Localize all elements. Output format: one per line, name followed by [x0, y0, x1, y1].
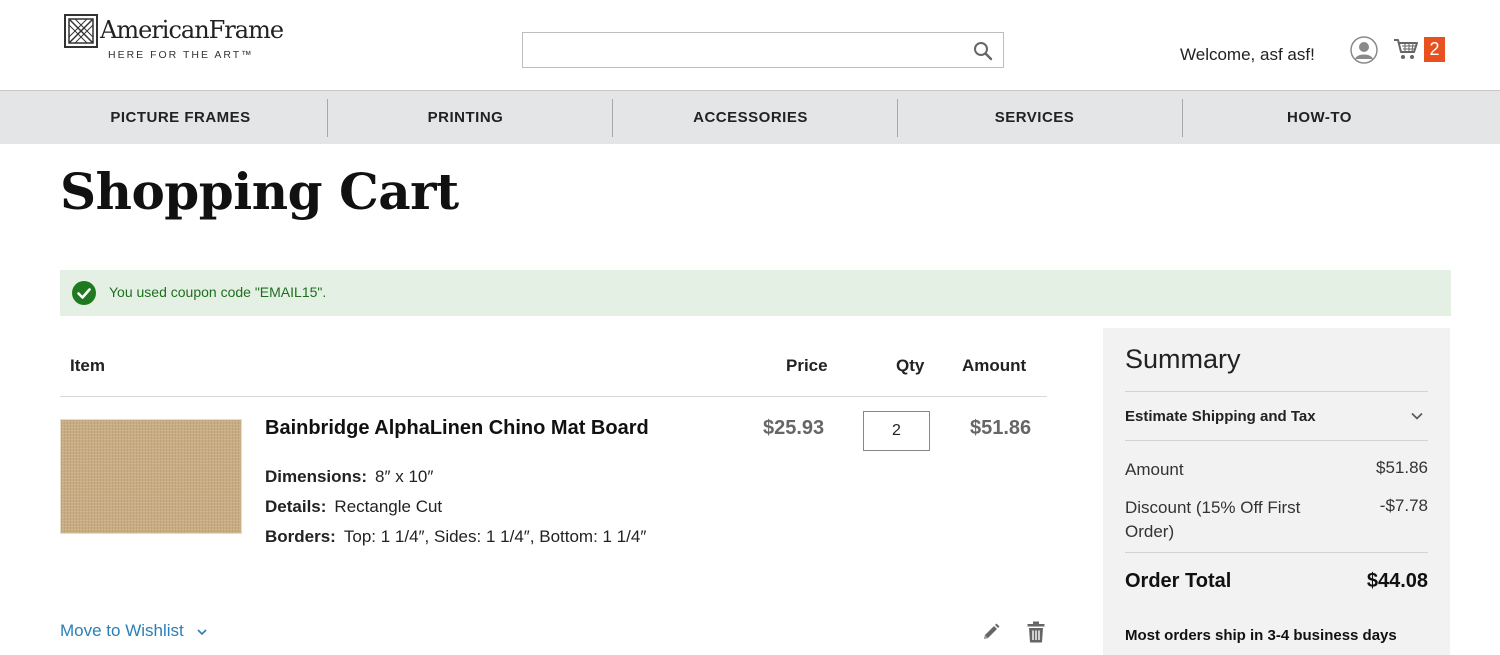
- order-total-label: Order Total: [1125, 570, 1232, 592]
- summary-divider: [1125, 552, 1428, 553]
- user-circle-icon[interactable]: [1350, 36, 1378, 64]
- column-header-qty: Qty: [896, 356, 925, 375]
- details-value: Rectangle Cut: [334, 497, 443, 516]
- product-details: Details: Rectangle Cut: [265, 497, 442, 517]
- move-to-wishlist-link[interactable]: Move to Wishlist: [60, 621, 208, 641]
- details-label: Details:: [265, 497, 327, 516]
- main-nav: PICTURE FRAMES PRINTING ACCESSORIES SERV…: [0, 90, 1500, 144]
- search-box: [522, 32, 1004, 68]
- nav-item-how-to[interactable]: HOW-TO: [1177, 91, 1462, 145]
- nav-item-picture-frames[interactable]: PICTURE FRAMES: [38, 91, 323, 145]
- pencil-icon[interactable]: [981, 622, 1001, 642]
- nav-item-printing[interactable]: PRINTING: [323, 91, 608, 145]
- borders-label: Borders:: [265, 527, 336, 546]
- dimensions-value: 8″ x 10″: [375, 467, 434, 486]
- table-header-divider: [60, 396, 1047, 397]
- logo-mark-icon: [64, 14, 98, 48]
- shopping-cart-icon[interactable]: [1393, 37, 1419, 61]
- order-summary-panel: Summary Estimate Shipping and Tax Amount…: [1103, 328, 1450, 655]
- search-icon[interactable]: [973, 41, 993, 61]
- move-to-wishlist-label: Move to Wishlist: [60, 621, 184, 640]
- column-header-amount: Amount: [962, 356, 1027, 375]
- welcome-message: Welcome, asf asf!: [1180, 45, 1315, 64]
- summary-discount-value: -$7.78: [1379, 496, 1428, 515]
- site-logo[interactable]: AmericanFrame HERE FOR THE ART™: [64, 14, 284, 64]
- borders-value: Top: 1 1/4″, Sides: 1 1/4″, Bottom: 1 1/…: [343, 527, 647, 546]
- summary-discount-label: Discount (15% Off First Order): [1125, 498, 1301, 541]
- product-name[interactable]: Bainbridge AlphaLinen Chino Mat Board: [265, 417, 649, 440]
- summary-amount-label: Amount: [1125, 460, 1184, 479]
- product-thumbnail[interactable]: [60, 419, 242, 534]
- item-amount: $51.86: [970, 417, 1032, 439]
- column-header-item: Item: [70, 356, 105, 375]
- site-header: AmericanFrame HERE FOR THE ART™ Welcome,…: [0, 0, 1500, 90]
- nav-item-accessories[interactable]: ACCESSORIES: [608, 91, 893, 145]
- check-circle-icon: [72, 281, 96, 305]
- shipping-time-note: Most orders ship in 3-4 business days: [1125, 627, 1397, 644]
- page-title: Shopping Cart: [60, 162, 459, 221]
- summary-divider: [1125, 440, 1428, 441]
- logo-tagline: HERE FOR THE ART™: [108, 49, 254, 61]
- dimensions-label: Dimensions:: [265, 467, 368, 486]
- search-input[interactable]: [523, 33, 963, 67]
- item-price: $25.93: [763, 417, 825, 439]
- coupon-message-text: You used coupon code "EMAIL15".: [109, 284, 327, 300]
- quantity-input[interactable]: [863, 411, 930, 451]
- product-dimensions: Dimensions: 8″ x 10″: [265, 467, 433, 487]
- product-borders: Borders: Top: 1 1/4″, Sides: 1 1/4″, Bott…: [265, 527, 646, 547]
- estimate-shipping-toggle[interactable]: Estimate Shipping and Tax: [1125, 398, 1428, 440]
- logo-name: AmericanFrame: [100, 16, 284, 44]
- summary-divider: [1125, 391, 1428, 392]
- nav-item-services[interactable]: SERVICES: [892, 91, 1177, 145]
- summary-amount-value: $51.86: [1376, 458, 1428, 477]
- column-header-price: Price: [786, 356, 828, 375]
- trash-icon[interactable]: [1027, 621, 1045, 643]
- summary-title: Summary: [1125, 344, 1241, 374]
- cart-count-badge[interactable]: 2: [1424, 37, 1445, 62]
- order-total-value: $44.08: [1366, 570, 1428, 592]
- coupon-success-message: You used coupon code "EMAIL15".: [60, 270, 1451, 316]
- chevron-down-icon: [197, 628, 208, 635]
- estimate-shipping-label: Estimate Shipping and Tax: [1125, 408, 1316, 425]
- chevron-down-icon: [1411, 412, 1423, 420]
